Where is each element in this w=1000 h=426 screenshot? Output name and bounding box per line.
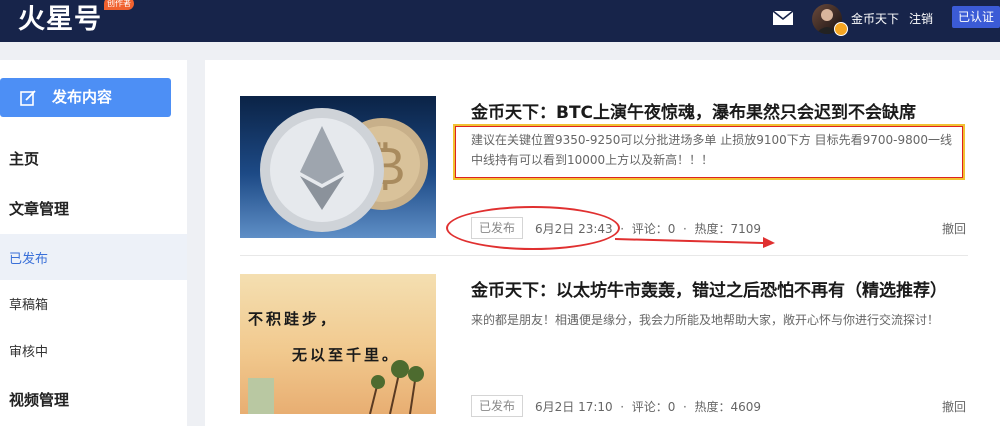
publish-date: 6月2日 17:10 — [535, 400, 613, 414]
article-summary: 来的都是朋友！相遇便是缘分，我会力所能及地帮助大家，敞开心怀与你进行交流探讨！ — [471, 313, 940, 327]
publish-content-button[interactable]: 发布内容 — [0, 78, 171, 117]
verified-badge[interactable]: 已认证 — [952, 6, 1000, 28]
heat-count: 热度：7109 — [694, 222, 762, 236]
comment-count: 评论：0 — [631, 400, 676, 414]
edit-icon — [20, 90, 36, 106]
user-name[interactable]: 金币天下 — [851, 10, 899, 27]
thumbnail-text-line-1: 不积跬步， — [248, 310, 339, 328]
comment-count: 评论：0 — [631, 222, 676, 236]
mail-icon[interactable] — [772, 10, 794, 26]
article-thumbnail-proverb[interactable]: 不积跬步， 无以至千里。 — [240, 274, 436, 414]
article-summary: 建议在关键位置9350-9250可以分批进场多单 止损放9100下方 目标先看9… — [471, 133, 952, 167]
article-title[interactable]: 金币天下：以太坊牛市轰轰，错过之后恐怕不再有（精选推荐） — [471, 276, 947, 301]
publish-label: 发布内容 — [52, 88, 113, 106]
status-badge: 已发布 — [471, 395, 524, 417]
sidebar-item-article-manage[interactable]: 文章管理 — [9, 198, 69, 219]
thumbnail-text-line-2: 无以至千里。 — [292, 346, 401, 364]
article-title[interactable]: 金币天下：BTC上演午夜惊魂，瀑布果然只会迟到不会缺席 — [471, 98, 916, 123]
article-meta: 6月2日 23:43 · 评论：0 · 热度：7109 — [535, 222, 762, 236]
article-meta: 6月2日 17:10 · 评论：0 · 热度：4609 — [535, 400, 762, 414]
sidebar-item-published[interactable]: 已发布 — [9, 248, 48, 267]
sidebar-item-drafts[interactable]: 草稿箱 — [9, 294, 48, 313]
withdraw-button[interactable]: 撤回 — [942, 220, 966, 237]
article-thumbnail-coins[interactable]: ₿ — [240, 96, 436, 238]
publish-date: 6月2日 23:43 — [535, 222, 613, 236]
sidebar-item-home[interactable]: 主页 — [9, 148, 39, 169]
withdraw-button[interactable]: 撤回 — [942, 398, 966, 415]
logo[interactable]: 火星号 — [18, 4, 102, 36]
logo-badge: 创作者 — [104, 0, 134, 10]
logout-link[interactable]: 注销 — [909, 10, 933, 27]
sidebar-item-reviewing[interactable]: 审核中 — [9, 341, 48, 360]
heat-count: 热度：4609 — [694, 400, 762, 414]
divider — [240, 255, 968, 256]
article-list: ₿ 金币天下：BTC上演午夜惊魂，瀑布果然只会迟到不会缺席 建议在关键位置935… — [205, 60, 1000, 426]
sidebar-item-video-manage[interactable]: 视频管理 — [9, 389, 69, 410]
verified-dot-icon — [834, 22, 848, 36]
top-bar: 火星号 创作者 金币天下 注销 已认证 — [0, 0, 1000, 42]
status-badge: 已发布 — [471, 217, 524, 239]
sidebar: 发布内容 主页 文章管理 已发布 草稿箱 审核中 视频管理 — [0, 60, 187, 426]
